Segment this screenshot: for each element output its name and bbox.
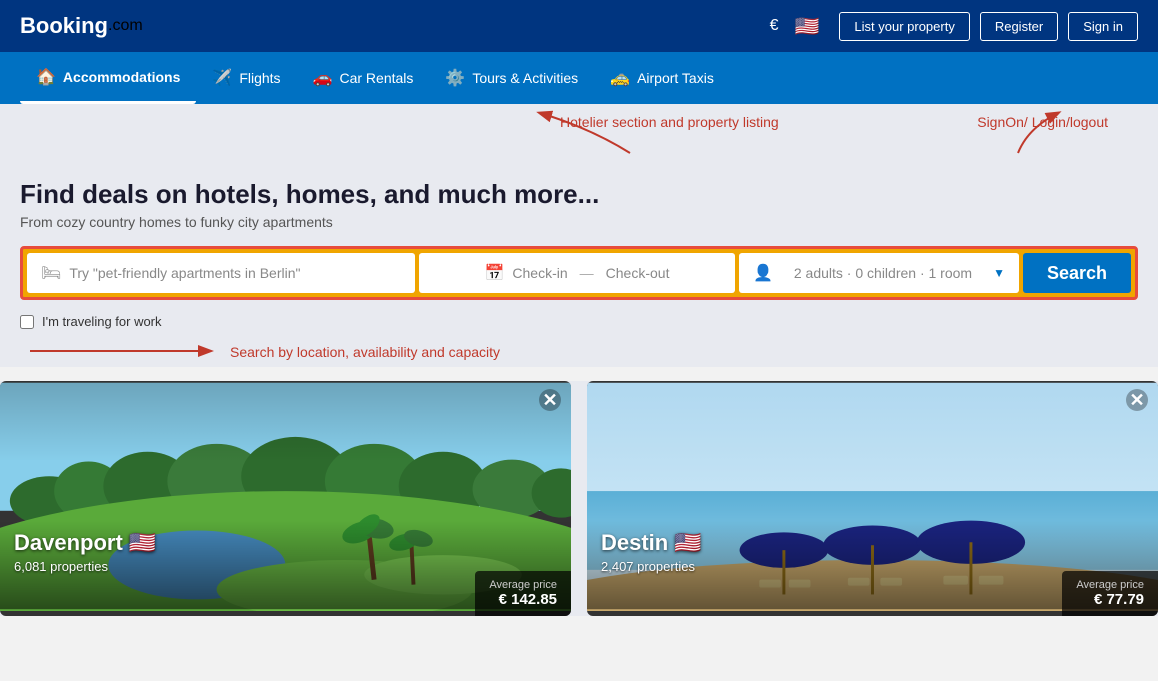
list-property-button[interactable]: List your property: [839, 12, 969, 41]
nav-label-flights: Flights: [239, 70, 280, 86]
chevron-down-icon: ▼: [993, 266, 1005, 280]
language-selector[interactable]: 🇺🇸: [794, 14, 819, 39]
search-arrow: [20, 337, 220, 365]
nav-item-tours[interactable]: ⚙️ Tours & Activities: [429, 54, 594, 102]
dates-field[interactable]: 📅 Check-in — Check-out: [419, 253, 735, 293]
hero-title: Find deals on hotels, homes, and much mo…: [20, 179, 1138, 210]
davenport-price: € 142.85: [489, 591, 557, 608]
card-destin[interactable]: ✕ Destin 🇺🇸 2,407 properties Average pri…: [587, 381, 1158, 616]
search-annotation-area: Search by location, availability and cap…: [20, 337, 1138, 367]
checkout-label: Check-out: [606, 265, 670, 281]
calendar-icon: 📅: [484, 263, 504, 283]
nav-label-taxis: Airport Taxis: [637, 70, 714, 86]
nav-label-accommodations: Accommodations: [63, 69, 180, 85]
destin-price: € 77.79: [1076, 591, 1144, 608]
header: Booking .com € 🇺🇸 List your property Reg…: [0, 0, 1158, 52]
search-button[interactable]: Search: [1023, 253, 1131, 293]
destin-avg-label: Average price: [1076, 579, 1144, 591]
nav-item-car-rentals[interactable]: 🚗 Car Rentals: [297, 54, 430, 102]
signin-button[interactable]: Sign in: [1068, 12, 1138, 41]
header-actions: € 🇺🇸 List your property Register Sign in: [770, 12, 1138, 41]
logo-booking-text: Booking: [20, 13, 108, 39]
annotation-bar: Hotelier section and property listing Si…: [0, 104, 1158, 159]
destin-properties: 2,407 properties: [601, 559, 695, 574]
guests-field[interactable]: 👤 2 adults · 0 children · 1 room ▼: [739, 253, 1019, 293]
car-icon: 🚗: [313, 68, 333, 88]
bed-icon: 🛏: [41, 263, 61, 283]
signon-arrow: [998, 108, 1118, 158]
nav-label-car-rentals: Car Rentals: [339, 70, 413, 86]
guests-label: 2 adults · 0 children · 1 room: [794, 265, 972, 281]
nav-item-accommodations[interactable]: 🏠 Accommodations: [20, 53, 196, 104]
hotelier-arrow: [530, 108, 730, 158]
currency-selector[interactable]: €: [770, 17, 779, 35]
taxi-icon: 🚕: [610, 68, 630, 88]
davenport-title: Davenport 🇺🇸: [14, 530, 156, 556]
location-field[interactable]: 🛏 Try "pet-friendly apartments in Berlin…: [27, 253, 415, 293]
checkin-label: Check-in: [512, 265, 567, 281]
davenport-avg-label: Average price: [489, 579, 557, 591]
destin-title: Destin 🇺🇸: [601, 530, 702, 556]
cards-section: ✕ Davenport 🇺🇸 6,081 properties Average …: [0, 381, 1158, 616]
destin-close-button[interactable]: ✕: [1126, 389, 1148, 411]
cards-list: ✕ Davenport 🇺🇸 6,081 properties Average …: [0, 381, 1158, 616]
card-davenport[interactable]: ✕ Davenport 🇺🇸 6,081 properties Average …: [0, 381, 571, 616]
davenport-price-box: Average price € 142.85: [475, 571, 571, 616]
main-nav: 🏠 Accommodations ✈️ Flights 🚗 Car Rental…: [0, 52, 1158, 104]
destin-price-box: Average price € 77.79: [1062, 571, 1158, 616]
hero-section: Find deals on hotels, homes, and much mo…: [0, 159, 1158, 367]
logo-dotcom-text: .com: [108, 17, 143, 35]
davenport-properties: 6,081 properties: [14, 559, 108, 574]
nav-item-taxis[interactable]: 🚕 Airport Taxis: [594, 54, 730, 102]
register-button[interactable]: Register: [980, 12, 1058, 41]
tours-icon: ⚙️: [445, 68, 465, 88]
nav-label-tours: Tours & Activities: [472, 70, 578, 86]
location-placeholder: Try "pet-friendly apartments in Berlin": [69, 265, 300, 281]
nav-item-flights[interactable]: ✈️ Flights: [196, 54, 296, 102]
accommodations-icon: 🏠: [36, 67, 56, 87]
date-separator: —: [580, 265, 594, 281]
person-icon: 👤: [753, 263, 773, 283]
work-travel-area: I'm traveling for work: [20, 314, 1138, 329]
work-travel-label: I'm traveling for work: [42, 314, 162, 329]
work-travel-checkbox[interactable]: [20, 315, 34, 329]
logo: Booking .com: [20, 13, 143, 39]
flights-icon: ✈️: [212, 68, 232, 88]
davenport-close-button[interactable]: ✕: [539, 389, 561, 411]
hero-subtitle: From cozy country homes to funky city ap…: [20, 214, 1138, 230]
search-annotation-text: Search by location, availability and cap…: [230, 344, 500, 360]
search-container: 🛏 Try "pet-friendly apartments in Berlin…: [20, 246, 1138, 300]
